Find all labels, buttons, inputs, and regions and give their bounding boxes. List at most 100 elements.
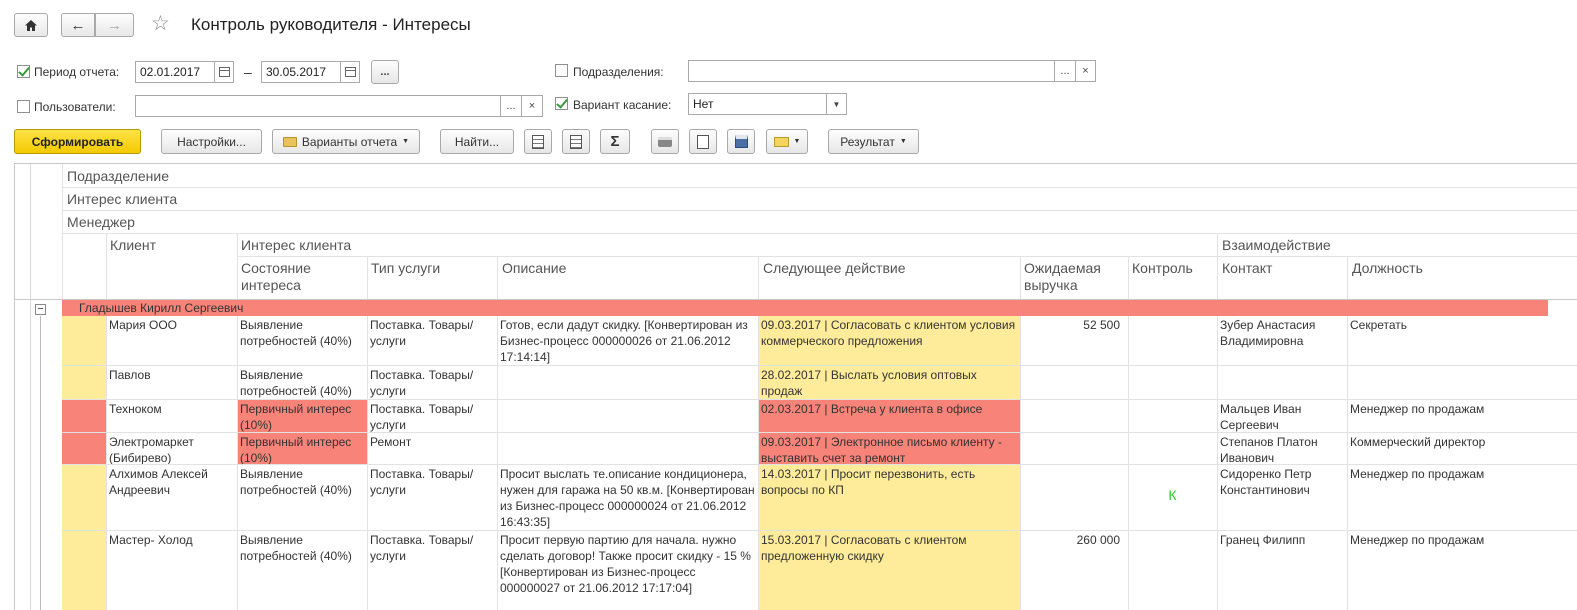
- cell-next-action: 28.02.2017 | Выслать условия оптовых про…: [758, 366, 1020, 399]
- cell-state: Выявление потребностей (40%): [240, 368, 352, 398]
- period-to-input[interactable]: 30.05.2017: [261, 61, 341, 83]
- cell-control: К: [1168, 487, 1177, 503]
- cell-type: Ремонт: [370, 435, 412, 449]
- variant-checkbox[interactable]: [555, 97, 568, 110]
- report-variants-label: Варианты отчета: [301, 134, 398, 149]
- settings-button[interactable]: Настройки...: [161, 129, 262, 154]
- cell-description: Просит выслать те.описание кондиционера,…: [500, 467, 755, 529]
- period-checkbox[interactable]: [17, 65, 30, 78]
- cell-client: Павлов: [109, 368, 151, 382]
- group-collapse-toggle[interactable]: −: [35, 304, 46, 315]
- envelope-icon: [773, 136, 789, 147]
- manager-group-row[interactable]: Гладышев Кирилл Сергеевич: [62, 300, 1548, 316]
- preview-icon: [697, 134, 709, 149]
- users-clear-button[interactable]: ×: [521, 95, 543, 117]
- table-row[interactable]: Мария ООО Выявление потребностей (40%) П…: [62, 316, 1577, 365]
- col-header-contact: Контакт: [1222, 260, 1273, 276]
- cell-state: Выявление потребностей (40%): [240, 533, 352, 563]
- cell-type: Поставка. Товары/услуги: [370, 368, 474, 398]
- cell-control: [1128, 531, 1217, 610]
- cell-description: [497, 400, 758, 432]
- table-row[interactable]: Мастер- Холод Выявление потребностей (40…: [62, 531, 1577, 610]
- preview-button[interactable]: [689, 129, 717, 154]
- subdivisions-input[interactable]: [688, 60, 1055, 82]
- expand-groups-button[interactable]: [524, 129, 552, 154]
- users-input[interactable]: [135, 95, 501, 117]
- group-header-manager: Менеджер: [67, 214, 135, 230]
- variant-select[interactable]: Нет: [688, 93, 827, 115]
- cell-description: Просит первую партию для начала. нужно с…: [500, 533, 751, 595]
- period-dash: –: [244, 64, 252, 80]
- users-select-button[interactable]: ...: [500, 95, 522, 117]
- cell-type: Поставка. Товары/услуги: [370, 318, 474, 348]
- home-button[interactable]: [14, 13, 48, 37]
- favorite-star-icon[interactable]: ☆: [151, 12, 170, 36]
- cell-revenue: [1020, 366, 1128, 399]
- cell-position: Секретать: [1350, 318, 1408, 332]
- col-header-interaction-group: Взаимодействие: [1222, 237, 1331, 253]
- cell-contact: Гранец Филипп: [1220, 533, 1306, 547]
- cell-next-action: 15.03.2017 | Согласовать с клиентом пред…: [758, 531, 1020, 610]
- report-table[interactable]: Подразделение Интерес клиента Менеджер К…: [14, 163, 1577, 610]
- variant-dropdown-button[interactable]: ▼: [826, 93, 847, 115]
- arrow-right-icon: →: [107, 16, 122, 34]
- cell-client: Алхимов Алексей Андреевич: [109, 467, 208, 497]
- cell-position: Коммерческий директор: [1350, 435, 1486, 449]
- save-button[interactable]: [727, 129, 755, 154]
- print-button[interactable]: [651, 129, 679, 154]
- cell-control: [1128, 433, 1217, 464]
- forward-button[interactable]: →: [95, 13, 134, 37]
- subdivisions-select-button[interactable]: ...: [1054, 60, 1076, 82]
- generate-button[interactable]: Сформировать: [14, 129, 141, 154]
- cell-control: [1128, 366, 1217, 399]
- email-button[interactable]: ▼: [766, 129, 808, 154]
- variant-label: Вариант касание:: [573, 98, 672, 112]
- result-button[interactable]: Результат ▼: [828, 129, 919, 154]
- table-row[interactable]: Павлов Выявление потребностей (40%) Пост…: [62, 366, 1577, 399]
- users-checkbox[interactable]: [17, 100, 30, 113]
- manager-group-name: Гладышев Кирилл Сергеевич: [79, 301, 244, 315]
- period-to-calendar-button[interactable]: [340, 61, 360, 83]
- collapse-groups-button[interactable]: [562, 129, 590, 154]
- col-header-position: Должность: [1352, 260, 1423, 276]
- chevron-down-icon: ▼: [832, 99, 841, 109]
- report-variants-button[interactable]: Варианты отчета ▼: [272, 129, 420, 154]
- period-choose-button[interactable]: ...: [371, 60, 399, 84]
- cell-revenue: [1020, 433, 1128, 464]
- chevron-down-icon: ▼: [899, 138, 907, 145]
- table-row[interactable]: Алхимов Алексей Андреевич Выявление потр…: [62, 465, 1577, 530]
- cell-contact: [1217, 366, 1347, 399]
- col-header-revenue: Ожидаемая выручка: [1024, 260, 1101, 293]
- group-header-interest: Интерес клиента: [67, 191, 178, 207]
- printer-icon: [658, 136, 672, 147]
- col-header-state: Состояние интереса: [241, 260, 311, 293]
- cell-position: [1347, 366, 1567, 399]
- cell-client: Мария ООО: [109, 318, 178, 332]
- subdivisions-clear-button[interactable]: ×: [1075, 60, 1096, 82]
- cell-revenue: [1020, 465, 1128, 530]
- cell-client: Мастер- Холод: [109, 533, 193, 547]
- chevron-down-icon: ▼: [402, 138, 410, 145]
- cell-client: Электромаркет (Бибирево): [109, 435, 194, 464]
- col-header-next-action: Следующее действие: [763, 260, 906, 276]
- back-button[interactable]: ←: [61, 13, 95, 37]
- period-label: Период отчета:: [34, 65, 120, 79]
- period-from-calendar-button[interactable]: [214, 61, 234, 83]
- table-row[interactable]: Электромаркет (Бибирево) Первичный интер…: [62, 433, 1577, 464]
- cell-description: Готов, если дадут скидку. [Конвертирован…: [500, 318, 748, 364]
- cell-state: Выявление потребностей (40%): [240, 467, 352, 497]
- col-header-type: Тип услуги: [371, 260, 441, 276]
- sum-button[interactable]: Σ: [600, 129, 630, 154]
- cell-control: [1128, 316, 1217, 365]
- subdivisions-checkbox[interactable]: [555, 64, 568, 77]
- cell-position: Менеджер по продажам: [1350, 467, 1485, 481]
- cell-control: [1128, 400, 1217, 432]
- period-from-input[interactable]: 02.01.2017: [135, 61, 215, 83]
- floppy-disk-icon: [734, 135, 748, 148]
- cell-state: Первичный интерес (10%): [237, 400, 367, 432]
- cell-type: Поставка. Товары/услуги: [370, 402, 474, 432]
- col-header-description: Описание: [502, 260, 567, 276]
- cell-client: Техноком: [109, 402, 162, 416]
- table-row[interactable]: Техноком Первичный интерес (10%) Поставк…: [62, 400, 1577, 432]
- find-button[interactable]: Найти...: [440, 129, 514, 154]
